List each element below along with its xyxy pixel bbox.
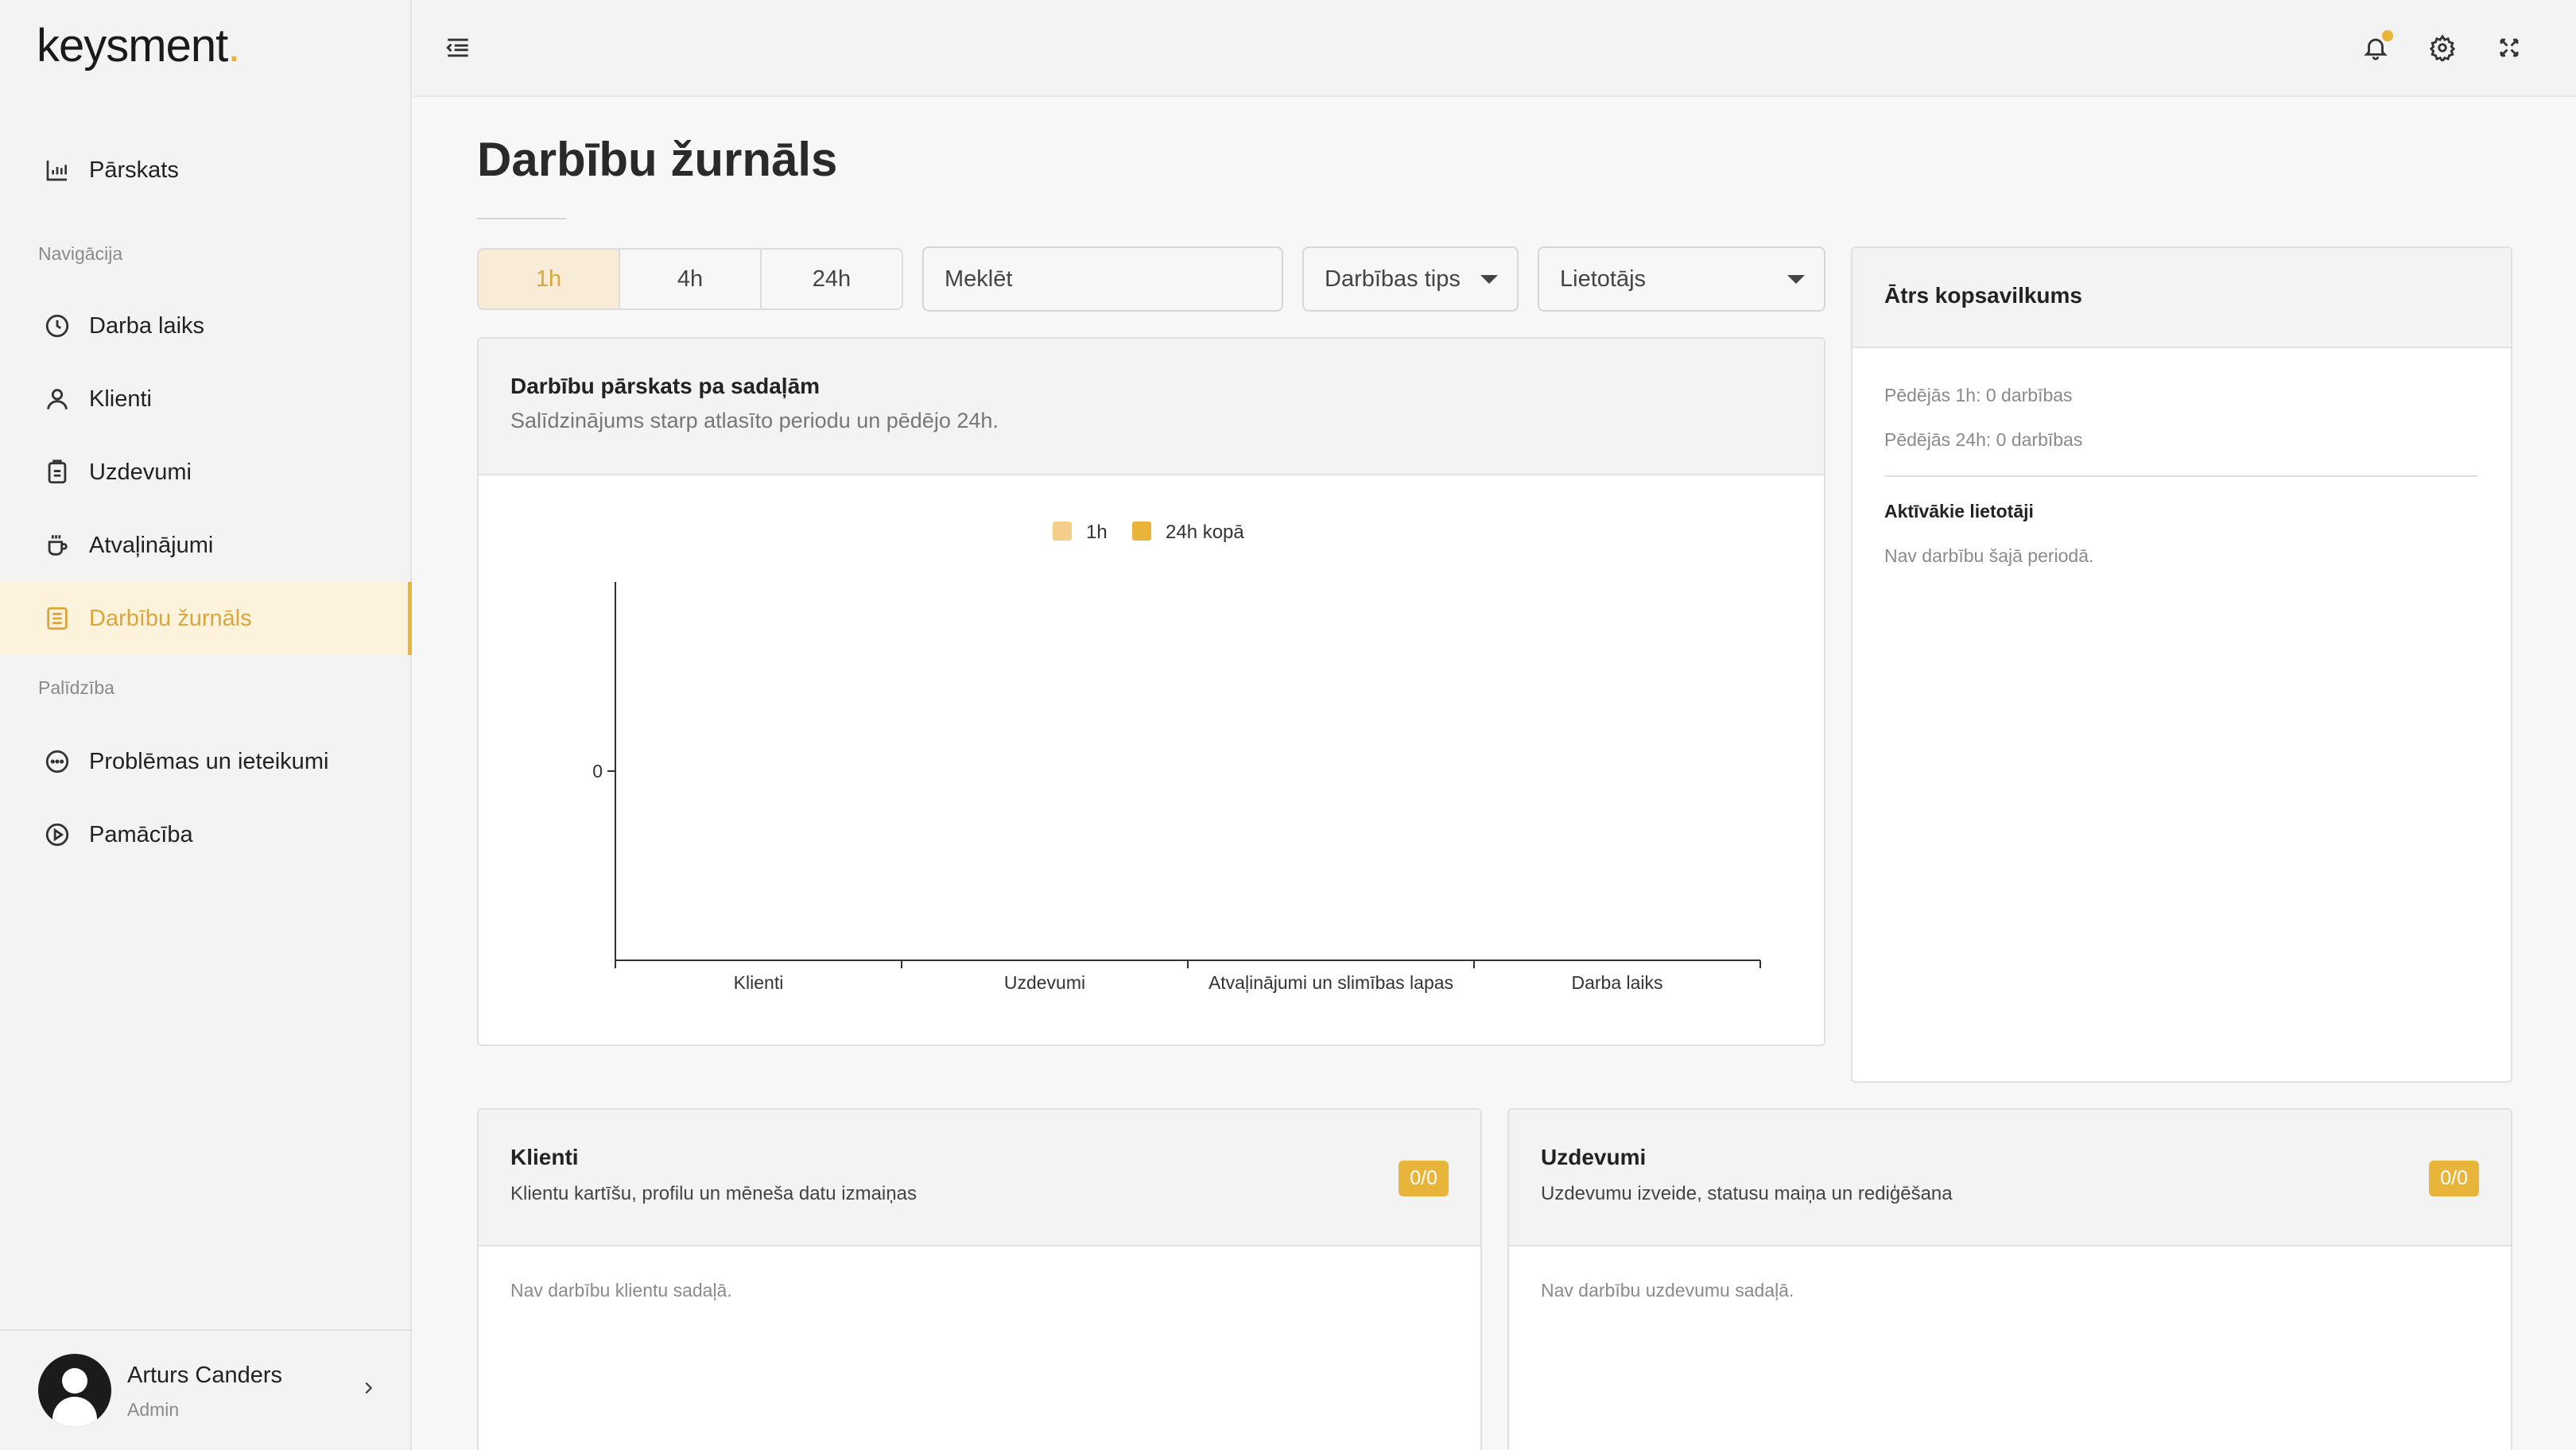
sidebar-item-work-time[interactable]: Darba laiks xyxy=(0,289,412,362)
clients-card: Klienti Klientu kartīšu, profilu un mēne… xyxy=(477,1108,1482,1450)
sidebar-item-tasks[interactable]: Uzdevumi xyxy=(0,436,412,509)
card-subtitle: Uzdevumu izveide, statusu maiņa un rediģ… xyxy=(1541,1183,1953,1204)
user-profile[interactable]: Arturs Canders Admin xyxy=(0,1329,412,1450)
sidebar-item-tutorial[interactable]: Pamācība xyxy=(0,798,412,871)
user-name: Arturs Canders xyxy=(127,1363,283,1388)
sidebar-item-label: Klienti xyxy=(89,386,152,412)
sidebar-item-label: Pārskats xyxy=(89,157,179,183)
period-selector: 1h 4h 24h xyxy=(477,248,903,310)
bar-chart-icon xyxy=(41,154,73,186)
avatar xyxy=(38,1354,111,1427)
nav-section-help: Palīdzība xyxy=(38,677,114,698)
active-users-title: Aktīvākie lietotāji xyxy=(1884,501,2034,521)
search-placeholder: Meklēt xyxy=(945,266,1013,292)
card-title: Uzdevumi xyxy=(1541,1145,1647,1169)
user-select[interactable]: Lietotājs xyxy=(1538,246,1825,312)
x-tick-label: Uzdevumi xyxy=(1004,972,1085,993)
page-title: Darbību žurnāls xyxy=(477,133,838,186)
sidebar-item-vacations[interactable]: Atvaļinājumi xyxy=(0,509,412,582)
summary-card: Ātrs kopsavilkums Pēdējās 1h: 0 darbības… xyxy=(1851,246,2512,1083)
clipboard-icon xyxy=(41,456,73,488)
topbar xyxy=(413,0,2576,97)
chat-icon xyxy=(41,746,73,777)
gear-icon[interactable] xyxy=(2423,29,2462,67)
count-badge: 0/0 xyxy=(2429,1161,2479,1196)
sidebar-item-feedback[interactable]: Problēmas un ieteikumi xyxy=(0,725,412,798)
sidebar-item-activity-log[interactable]: Darbību žurnāls xyxy=(0,582,412,655)
legend-label: 1h xyxy=(1086,521,1108,543)
clock-icon xyxy=(41,310,73,342)
nav-section-navigation: Navigācija xyxy=(38,243,123,264)
activity-chart: 1h 24h kopā 0 Klienti Uzdevumi Atvaļinājumi u… xyxy=(592,521,1761,993)
coffee-icon xyxy=(41,529,73,561)
sidebar: keysment. Pārskats Navigācija Darba laik… xyxy=(0,0,412,1450)
card-title: Darbību pārskats pa sadaļām xyxy=(510,374,821,398)
legend-swatch xyxy=(1053,521,1072,541)
notification-dot xyxy=(2382,30,2393,41)
user-icon xyxy=(41,383,73,415)
action-type-select[interactable]: Darbības tips xyxy=(1302,246,1519,312)
x-tick-label: Klienti xyxy=(734,972,784,993)
sidebar-item-label: Uzdevumi xyxy=(89,459,192,485)
summary-last-24h: Pēdējās 24h: 0 darbības xyxy=(1884,429,2083,450)
period-4h-button[interactable]: 4h xyxy=(620,250,762,308)
chevron-down-icon xyxy=(1480,275,1498,284)
card-subtitle: Klientu kartīšu, profilu un mēneša datu … xyxy=(510,1183,917,1204)
period-24h-button[interactable]: 24h xyxy=(762,250,902,308)
x-tick-label: Darba laiks xyxy=(1571,972,1662,993)
card-header: Ātrs kopsavilkums xyxy=(1852,248,2511,348)
list-icon xyxy=(41,603,73,634)
user-select-value: Lietotājs xyxy=(1560,266,1647,292)
sidebar-item-overview[interactable]: Pārskats xyxy=(0,134,412,207)
card-subtitle: Salīdzinājums starp atlasīto periodu un … xyxy=(510,409,999,432)
card-header: Uzdevumi Uzdevumu izveide, statusu maiņa… xyxy=(1509,1110,2511,1246)
logo-dot: . xyxy=(227,20,240,72)
card-title: Klienti xyxy=(510,1145,579,1169)
chevron-down-icon xyxy=(1787,275,1805,284)
legend-label: 24h kopā xyxy=(1166,521,1244,543)
sidebar-item-clients[interactable]: Klienti xyxy=(0,362,412,436)
active-users-empty: Nav darbību šajā periodā. xyxy=(1884,545,2094,566)
sidebar-item-label: Problēmas un ieteikumi xyxy=(89,748,329,774)
sidebar-item-label: Darbību žurnāls xyxy=(89,605,252,631)
legend-swatch xyxy=(1132,521,1151,541)
app-logo[interactable]: keysment. xyxy=(37,19,240,72)
count-badge: 0/0 xyxy=(1399,1161,1449,1196)
sidebar-item-label: Darba laiks xyxy=(89,312,205,339)
card-title: Ātrs kopsavilkums xyxy=(1884,283,2082,308)
bell-icon[interactable] xyxy=(2357,29,2395,67)
empty-state: Nav darbību klientu sadaļā. xyxy=(510,1280,732,1301)
user-role: Admin xyxy=(127,1399,180,1420)
chevron-right-icon[interactable] xyxy=(359,1377,377,1402)
sidebar-item-label: Pamācība xyxy=(89,821,193,847)
sidebar-item-label: Atvaļinājumi xyxy=(89,532,214,558)
fullscreen-icon[interactable] xyxy=(2490,29,2528,67)
card-header: Klienti Klientu kartīšu, profilu un mēne… xyxy=(479,1110,1480,1246)
tasks-card: Uzdevumi Uzdevumu izveide, statusu maiņa… xyxy=(1507,1108,2512,1450)
title-divider xyxy=(477,218,566,219)
overview-card: Darbību pārskats pa sadaļām Salīdzinājum… xyxy=(477,337,1825,1046)
search-input[interactable]: Meklēt xyxy=(922,246,1283,312)
summary-last-1h: Pēdējās 1h: 0 darbības xyxy=(1884,385,2073,405)
y-tick-label: 0 xyxy=(592,761,603,781)
play-icon xyxy=(41,819,73,851)
divider xyxy=(1884,475,2477,477)
menu-collapse-icon[interactable] xyxy=(439,29,477,67)
period-1h-button[interactable]: 1h xyxy=(479,250,620,308)
x-tick-label: Atvaļinājumi un slimības lapas xyxy=(1208,972,1453,993)
empty-state: Nav darbību uzdevumu sadaļā. xyxy=(1541,1280,1794,1301)
logo-text: keysment xyxy=(37,20,228,72)
card-header: Darbību pārskats pa sadaļām Salīdzinājum… xyxy=(479,339,1824,475)
action-type-value: Darbības tips xyxy=(1325,266,1461,292)
